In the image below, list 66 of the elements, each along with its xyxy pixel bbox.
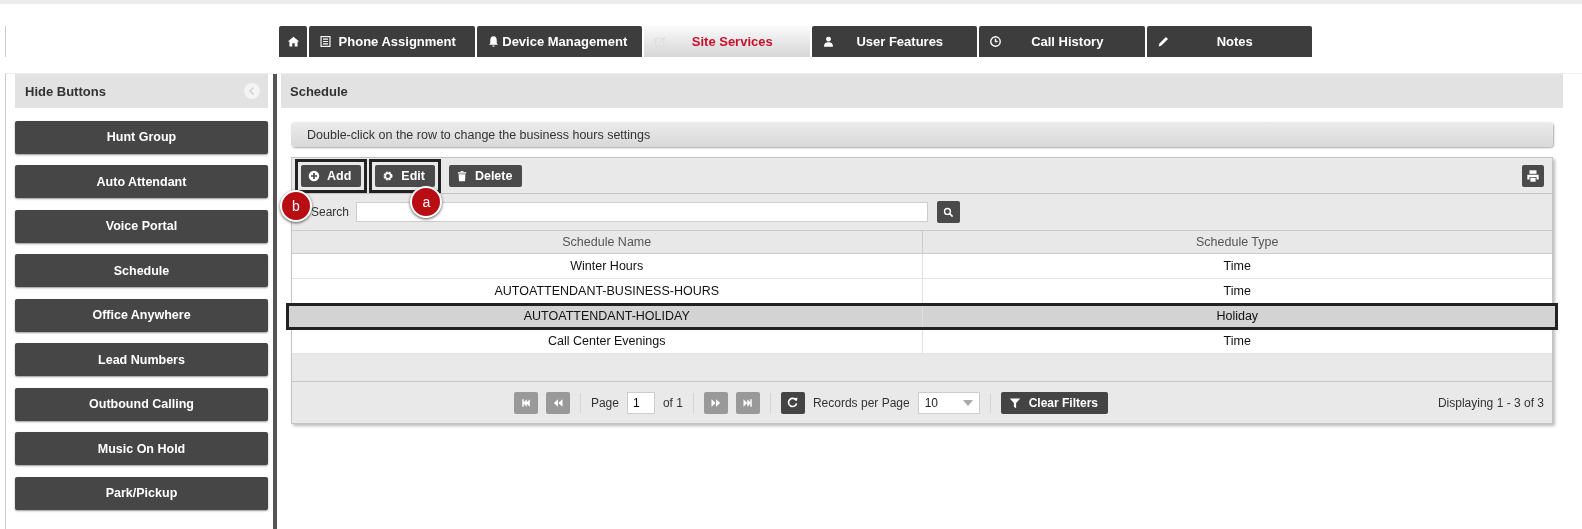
nav-tab[interactable]: User Features bbox=[811, 26, 977, 57]
search-button[interactable] bbox=[937, 201, 961, 223]
last-page-button[interactable] bbox=[735, 391, 760, 414]
table-cell-text: AUTOATTENDANT-BUSINESS-HOURS bbox=[493, 283, 721, 300]
toolbar-button[interactable]: Add bbox=[301, 164, 362, 187]
nav-tab[interactable] bbox=[279, 26, 307, 57]
clock-icon bbox=[989, 35, 1002, 48]
per-page-select[interactable]: 10 bbox=[917, 391, 980, 414]
sidebar-button[interactable]: Voice Portal bbox=[15, 209, 268, 243]
sidebar-button[interactable]: Auto Attendant bbox=[15, 165, 268, 198]
refresh-icon bbox=[786, 396, 800, 409]
pencil-icon bbox=[1156, 35, 1170, 48]
column-header[interactable]: Schedule Name bbox=[292, 231, 922, 253]
clear-filters-button[interactable]: Clear Filters bbox=[1000, 391, 1109, 414]
first-page-button[interactable] bbox=[513, 391, 538, 414]
panel-title: Schedule bbox=[290, 83, 348, 99]
refresh-button[interactable] bbox=[780, 391, 805, 414]
toolbar-button[interactable]: Delete bbox=[448, 164, 523, 187]
plus-icon bbox=[308, 169, 320, 182]
sidebar-button[interactable]: Hunt Group bbox=[15, 120, 268, 154]
nav-tab[interactable]: Call History bbox=[979, 26, 1145, 57]
page-field[interactable]: 1 bbox=[626, 391, 655, 414]
nav-tab[interactable]: Notes bbox=[1146, 26, 1312, 57]
table-cell-text: Winter Hours bbox=[569, 258, 645, 275]
sidebar-button[interactable]: Schedule bbox=[15, 254, 268, 287]
toolbar-button[interactable]: Edit bbox=[375, 164, 435, 187]
first-page-icon bbox=[519, 396, 532, 409]
previous-page-button[interactable] bbox=[545, 391, 570, 414]
last-page-icon bbox=[741, 396, 754, 409]
bell-icon bbox=[486, 35, 500, 48]
list-icon bbox=[319, 35, 332, 48]
sidebar-button[interactable]: Outbound Calling bbox=[15, 387, 268, 421]
column-header[interactable]: Schedule Type bbox=[921, 231, 1552, 253]
sidebar-button[interactable]: Office Anywhere bbox=[15, 298, 268, 332]
nav-tab[interactable]: Site Services bbox=[644, 26, 810, 57]
page-label: Page bbox=[590, 395, 619, 410]
table-cell: Time bbox=[921, 329, 1552, 353]
nav-tab[interactable]: Device Management bbox=[476, 26, 642, 57]
records-label: Records per Page bbox=[812, 395, 910, 410]
sidebar-button[interactable]: Park/Pickup bbox=[15, 476, 268, 510]
printer-icon bbox=[1526, 168, 1540, 183]
filter-icon bbox=[1008, 396, 1021, 409]
callout-badge: a bbox=[410, 185, 443, 218]
hint-bar: Double-click on the row to change the business hours settings bbox=[291, 122, 1553, 147]
callout-badge: b bbox=[280, 189, 312, 222]
caret-icon bbox=[962, 399, 973, 406]
user-icon bbox=[821, 35, 835, 48]
page-count: of 1 bbox=[662, 395, 683, 410]
table-cell: Time bbox=[921, 254, 1552, 278]
table-cell-text: Call Center Evenings bbox=[547, 333, 667, 350]
selected-row[interactable]: AUTOATTENDANT-HOLIDAY Holiday bbox=[287, 304, 1557, 329]
sidebar-title: Hide Buttons bbox=[25, 83, 106, 99]
record-count: Displaying 1 - 3 of 3 bbox=[1437, 395, 1544, 410]
sidebar-button[interactable]: Music On Hold bbox=[15, 432, 268, 465]
table-cell-text: AUTOATTENDANT-HOLIDAY bbox=[522, 308, 691, 325]
next-page-button[interactable] bbox=[703, 391, 728, 414]
gear-icon bbox=[382, 169, 395, 182]
home-icon bbox=[286, 35, 300, 48]
nav-tab[interactable]: Phone Assignment bbox=[309, 26, 475, 57]
search-label: Search bbox=[311, 205, 350, 219]
sidebar-button[interactable]: Lead Numbers bbox=[15, 343, 268, 376]
search-icon bbox=[943, 205, 955, 219]
table-cell: Holiday bbox=[921, 304, 1552, 328]
trash-icon bbox=[455, 169, 468, 182]
print-button[interactable] bbox=[1522, 164, 1544, 187]
rewind-icon bbox=[551, 396, 564, 409]
